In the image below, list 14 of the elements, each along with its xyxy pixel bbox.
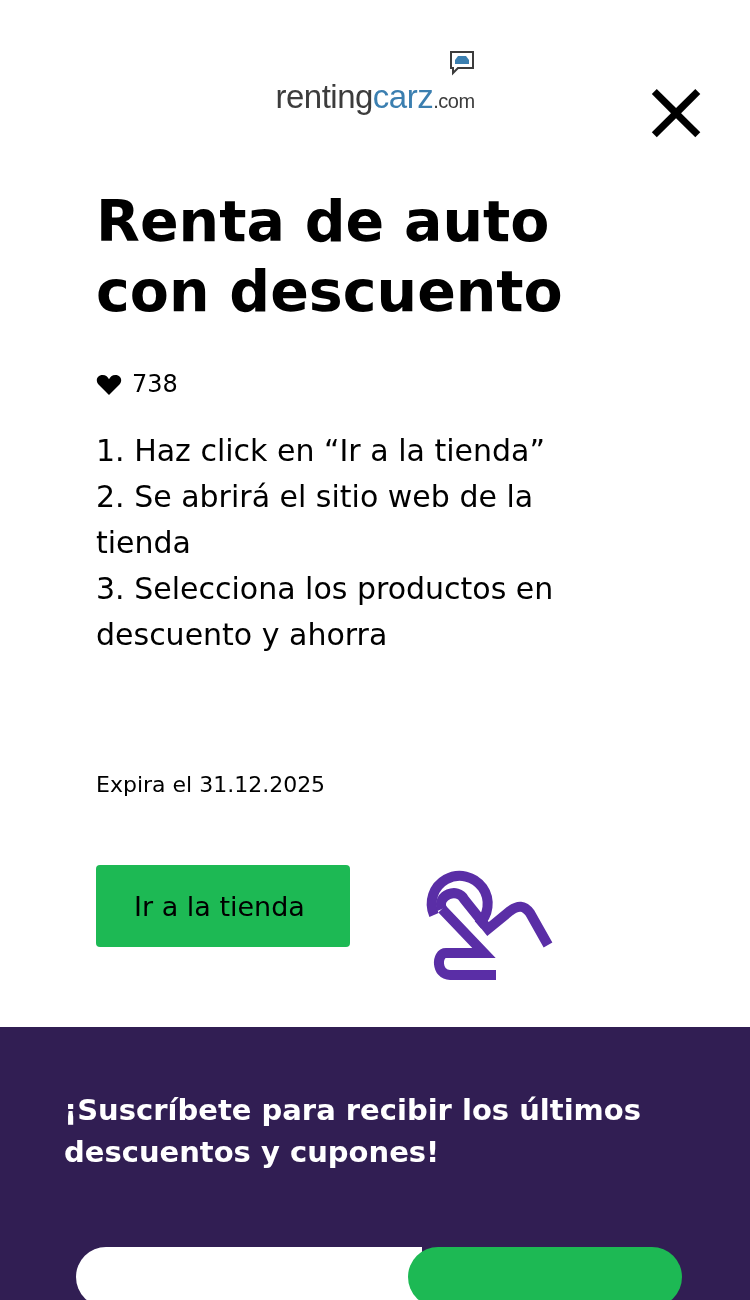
logo: rentingcarz.com	[275, 78, 475, 116]
heart-icon	[96, 373, 122, 395]
instruction-step: 1. Haz click en “Ir a la tienda”	[96, 428, 576, 474]
close-button[interactable]: ×	[640, 78, 704, 142]
title: Renta de auto con descuento	[96, 187, 564, 326]
expiry-date: Expira el 31.12.2025	[96, 772, 327, 797]
store-button[interactable]: Ir a la tienda	[96, 865, 350, 947]
newsletter-heading: ¡Suscríbete para recibir los últimos descuentos y cupones!	[64, 1092, 642, 1171]
like-count: 738	[132, 370, 178, 398]
subscribe-button[interactable]	[408, 1247, 682, 1300]
instruction-step: 3. Selecciona los productos en descuento y ahorra	[96, 566, 576, 658]
email-field[interactable]	[76, 1247, 422, 1300]
car-bubble-icon	[448, 50, 475, 76]
instruction-step: 2. Se abrirá el sitio web de la tienda	[96, 474, 576, 566]
